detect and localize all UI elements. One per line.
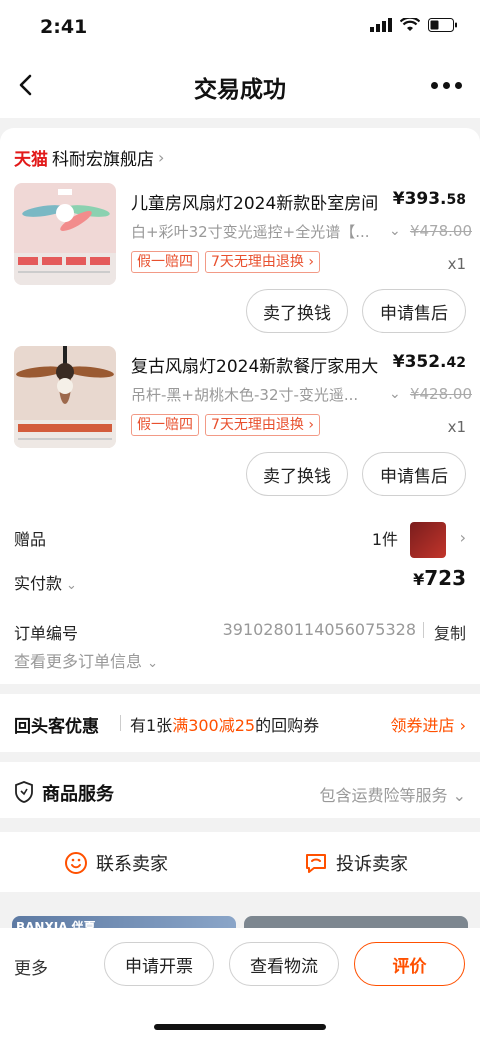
logistics-button[interactable]: 查看物流 xyxy=(229,942,339,986)
battery-icon xyxy=(428,18,457,32)
tag-7day-return[interactable]: 7天无理由退换 › xyxy=(205,251,320,273)
chevron-right-icon: › xyxy=(158,147,165,167)
chat-smile-icon xyxy=(65,852,87,874)
gift-label: 赠品 xyxy=(14,530,47,549)
after-sale-button[interactable]: 申请售后 xyxy=(362,452,466,496)
page-title: 交易成功 xyxy=(194,77,286,103)
price-main: ¥393. xyxy=(392,189,447,209)
paid-label-text: 实付款 xyxy=(14,574,63,593)
paid-amount: ¥723 xyxy=(413,566,466,590)
product-sku[interactable]: 吊杆-黑+胡桃木色-32寸-变光遥... xyxy=(131,384,389,405)
complain-seller-label: 投诉卖家 xyxy=(336,854,408,875)
after-sale-button[interactable]: 申请售后 xyxy=(362,289,466,333)
review-button[interactable]: 评价 xyxy=(354,942,465,986)
contact-seller-button[interactable]: 联系卖家 xyxy=(64,850,168,876)
item-actions: 卖了换钱 申请售后 xyxy=(246,289,466,333)
chevron-down-icon: ⌄ xyxy=(147,656,159,671)
product-quantity: x1 xyxy=(447,255,466,273)
order-number-label: 订单编号 xyxy=(14,624,79,643)
gift-image[interactable] xyxy=(410,522,446,558)
shop-name[interactable]: 科耐宏旗舰店 xyxy=(52,145,154,170)
price-decimal: 58 xyxy=(446,192,466,208)
more-menu-icon[interactable] xyxy=(431,82,462,89)
status-icons xyxy=(370,18,458,32)
paid-row[interactable]: 实付款 ⌄ ¥723 xyxy=(14,566,466,596)
gift-row[interactable]: 赠品 1件 › xyxy=(14,522,466,558)
product-price: ¥352.42 xyxy=(393,352,466,372)
chevron-down-icon: ⌄ xyxy=(389,386,401,402)
returning-title: 回头客优惠 xyxy=(14,717,99,737)
divider xyxy=(120,715,121,731)
product-price: ¥393.58 xyxy=(393,189,466,209)
signal-icon xyxy=(370,18,392,32)
status-time: 2:41 xyxy=(40,16,88,38)
product-image[interactable] xyxy=(14,183,116,285)
order-card: 天猫 科耐宏旗舰店 › 儿童房风扇灯2024新款卧室房间 ¥393.58 白+彩… xyxy=(0,128,480,684)
product-quantity: x1 xyxy=(447,418,466,436)
item-actions: 卖了换钱 申请售后 xyxy=(246,452,466,496)
nav-bar: 交易成功 xyxy=(0,58,480,118)
returning-desc: 有1张满300减25的回购券 xyxy=(130,712,319,736)
chevron-down-icon: ⌄ xyxy=(66,578,77,593)
original-price: ¥428.00 xyxy=(409,385,472,403)
service-tags: 假一赔四 7天无理由退换 › xyxy=(131,251,320,273)
service-title: 商品服务 xyxy=(42,784,114,805)
currency-symbol: ¥ xyxy=(413,570,425,589)
home-indicator xyxy=(154,1024,326,1030)
copy-button[interactable]: 复制 xyxy=(434,620,466,644)
get-coupon-label: 领券进店 xyxy=(390,716,455,735)
chevron-right-icon: › xyxy=(459,528,466,547)
more-order-info-link[interactable]: 查看更多订单信息 ⌄ xyxy=(14,648,158,672)
tag-fake-compensation: 假一赔四 xyxy=(131,251,199,273)
product-title[interactable]: 复古风扇灯2024新款餐厅家用大 xyxy=(131,352,391,377)
get-coupon-link[interactable]: 领券进店 › xyxy=(391,712,467,736)
contact-card: 联系卖家 投诉卖家 xyxy=(0,832,480,892)
shop-row[interactable]: 天猫 科耐宏旗舰店 › xyxy=(14,145,165,170)
gift-count: 1件 xyxy=(371,530,398,549)
returning-customer-card: 回头客优惠 有1张满300减25的回购券 领券进店 › xyxy=(0,694,480,752)
product-service-card[interactable]: 商品服务 包含运费险等服务 ⌄ xyxy=(0,762,480,818)
complain-seller-button[interactable]: 投诉卖家 xyxy=(304,850,408,876)
tmall-logo: 天猫 xyxy=(14,149,48,170)
sell-button[interactable]: 卖了换钱 xyxy=(246,289,348,333)
service-desc[interactable]: 包含运费险等服务 ⌄ xyxy=(319,782,466,806)
contact-seller-label: 联系卖家 xyxy=(96,854,168,875)
original-price: ¥478.00 xyxy=(409,222,472,240)
order-item[interactable]: 复古风扇灯2024新款餐厅家用大 ¥352.42 吊杆-黑+胡桃木色-32寸-变… xyxy=(0,346,480,501)
tag-7day-return[interactable]: 7天无理由退换 › xyxy=(205,414,320,436)
service-tags: 假一赔四 7天无理由退换 › xyxy=(131,414,320,436)
status-bar: 2:41 xyxy=(0,0,480,58)
sell-button[interactable]: 卖了换钱 xyxy=(246,452,348,496)
price-decimal: 42 xyxy=(446,355,466,371)
chevron-down-icon: ⌄ xyxy=(389,223,401,239)
more-order-info-label: 查看更多订单信息 xyxy=(14,652,143,671)
tag-label: 7天无理由退换 xyxy=(211,254,304,270)
order-number: 3910280114056075328 xyxy=(222,620,416,639)
product-sku[interactable]: 白+彩叶32寸变光遥控+全光谱【... xyxy=(131,221,389,242)
wifi-icon xyxy=(400,18,420,31)
order-number-row: 订单编号 3910280114056075328 复制 xyxy=(14,618,466,644)
product-title[interactable]: 儿童房风扇灯2024新款卧室房间 xyxy=(131,189,391,214)
returning-desc-suffix: 的回购券 xyxy=(255,716,320,735)
returning-desc-prefix: 有1张 xyxy=(130,716,173,735)
order-item[interactable]: 儿童房风扇灯2024新款卧室房间 ¥393.58 白+彩叶32寸变光遥控+全光谱… xyxy=(0,183,480,338)
tag-fake-compensation: 假一赔四 xyxy=(131,414,199,436)
divider xyxy=(423,622,424,638)
coupon-highlight: 满300减25 xyxy=(172,716,256,735)
price-main: ¥352. xyxy=(392,352,447,372)
paid-amount-value: 723 xyxy=(424,566,466,590)
more-button[interactable]: 更多 xyxy=(14,954,48,979)
shield-icon xyxy=(15,781,33,803)
invoice-button[interactable]: 申请开票 xyxy=(104,942,214,986)
paid-label[interactable]: 实付款 ⌄ xyxy=(14,570,77,594)
bottom-action-bar: 更多 申请开票 查看物流 评价 xyxy=(0,928,480,1039)
service-desc-label: 包含运费险等服务 xyxy=(319,786,448,805)
complaint-icon xyxy=(306,854,326,873)
product-image[interactable] xyxy=(14,346,116,448)
tag-label: 7天无理由退换 xyxy=(211,417,304,433)
